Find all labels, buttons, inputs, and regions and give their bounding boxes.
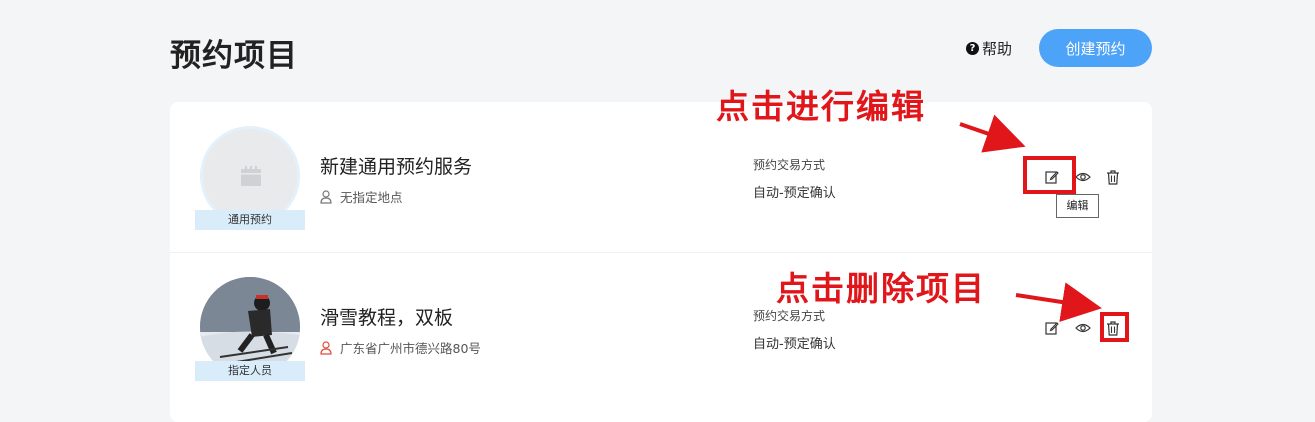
delete-highlight-box — [1100, 312, 1129, 342]
edit-tooltip: 编辑 — [1056, 194, 1099, 218]
view-button[interactable] — [1073, 167, 1093, 187]
page-title: 预约项目 — [170, 38, 298, 74]
edit-annotation: 点击进行编辑 — [716, 87, 926, 126]
item-location: 无指定地点 — [320, 187, 403, 206]
item-location: 广东省广州市德兴路80号 — [320, 338, 481, 357]
delete-button[interactable] — [1103, 167, 1123, 187]
edit-highlight-box — [1023, 156, 1076, 194]
eye-icon — [1075, 323, 1091, 333]
edit-icon — [1045, 322, 1059, 335]
item-location-text: 无指定地点 — [340, 190, 403, 205]
delete-annotation: 点击删除项目 — [776, 269, 986, 308]
create-booking-button[interactable]: 创建预约 — [1039, 29, 1152, 67]
list-item: 指定人员 滑雪教程，双板 广东省广州市德兴路80号 预约交易方式 自动-预定确认 — [170, 252, 1152, 402]
item-name: 新建通用预约服务 — [320, 156, 473, 178]
help-label: 帮助 — [982, 40, 1013, 58]
person-pin-icon — [320, 189, 332, 204]
method-value: 自动-预定确认 — [753, 337, 836, 352]
edit-button[interactable] — [1042, 318, 1062, 338]
method-label: 预约交易方式 — [753, 158, 826, 172]
view-button[interactable] — [1073, 318, 1093, 338]
help-link[interactable]: ? 帮助 — [966, 38, 1012, 59]
eye-icon — [1075, 172, 1091, 182]
type-tag: 指定人员 — [195, 361, 305, 381]
method-value: 自动-预定确认 — [753, 186, 836, 201]
help-icon: ? — [966, 42, 979, 55]
item-name: 滑雪教程，双板 — [320, 307, 454, 329]
type-tag: 通用预约 — [195, 210, 305, 230]
calendar-icon — [241, 166, 261, 186]
trash-icon — [1107, 169, 1119, 185]
list-item: 通用预约 新建通用预约服务 无指定地点 预约交易方式 自动-预定确认 编辑 — [170, 102, 1152, 251]
booking-list-card: 通用预约 新建通用预约服务 无指定地点 预约交易方式 自动-预定确认 编辑 指定… — [170, 102, 1152, 422]
item-location-text: 广东省广州市德兴路80号 — [340, 341, 481, 356]
person-pin-icon-red — [320, 340, 332, 355]
